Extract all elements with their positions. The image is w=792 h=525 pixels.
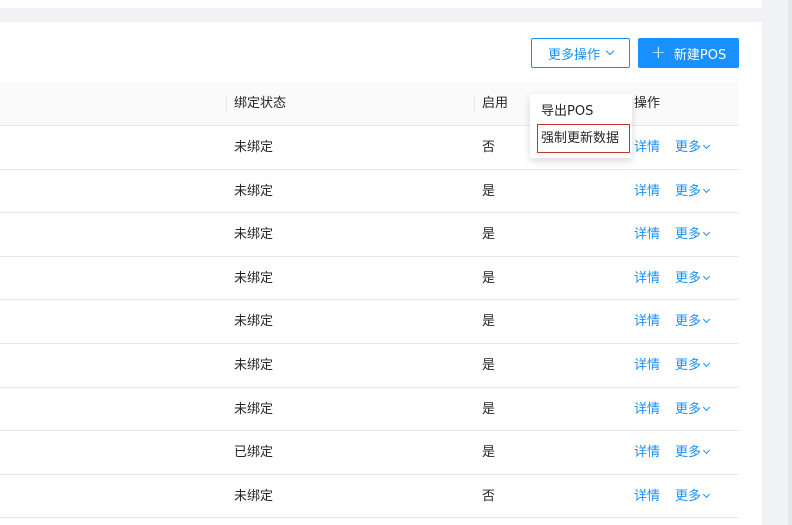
more-link[interactable]: 更多 xyxy=(675,126,711,169)
more-link[interactable]: 更多 xyxy=(675,257,711,300)
more-link[interactable]: 更多 xyxy=(675,475,711,518)
cell-enabled: 是 xyxy=(482,357,496,373)
more-actions-label: 更多操作 xyxy=(547,47,600,63)
chevron-down-icon xyxy=(702,229,711,237)
more-link[interactable]: 更多 xyxy=(675,300,711,343)
table-row: 未绑定 是 详情 更多 xyxy=(0,300,739,344)
more-link-label: 更多 xyxy=(675,183,702,199)
detail-link[interactable]: 详情 xyxy=(634,170,660,213)
plus-icon: + xyxy=(650,42,666,63)
cell-bind-status: 未绑定 xyxy=(234,140,274,155)
menu-item-force-update[interactable]: 强制更新数据 xyxy=(537,124,630,153)
cell-enabled: 是 xyxy=(482,401,496,417)
chevron-down-icon xyxy=(702,490,711,498)
table-row: 未绑定 是 详情 更多 xyxy=(0,257,739,301)
more-link-label: 更多 xyxy=(675,140,702,155)
cell-bind-status: 未绑定 xyxy=(234,183,274,199)
column-divider xyxy=(226,94,227,114)
more-link-label: 更多 xyxy=(675,488,702,504)
column-divider xyxy=(474,94,475,114)
cell-bind-status: 未绑定 xyxy=(234,488,274,504)
cell-enabled: 否 xyxy=(482,140,496,155)
cell-enabled: 是 xyxy=(482,445,496,461)
top-strip xyxy=(0,0,762,8)
chevron-down-icon xyxy=(702,359,711,368)
table-body: 未绑定 否 详情 更多 未绑定 是 详情 更多 未绑定 是 详情 更多 未绑定 … xyxy=(0,126,739,519)
cell-enabled: 是 xyxy=(482,227,496,243)
cell-enabled: 否 xyxy=(482,488,496,504)
more-link-label: 更多 xyxy=(675,357,702,373)
more-link-label: 更多 xyxy=(675,314,702,330)
cell-bind-status: 未绑定 xyxy=(234,227,274,243)
cell-bind-status: 未绑定 xyxy=(234,357,274,373)
header-enabled: 启用 xyxy=(482,96,509,111)
table-row: 已绑定 是 详情 更多 xyxy=(0,431,739,475)
detail-link[interactable]: 详情 xyxy=(634,300,660,343)
scrollbar-track[interactable] xyxy=(788,0,792,525)
more-actions-dropdown: 导出POS 强制更新数据 xyxy=(530,94,632,158)
more-link[interactable]: 更多 xyxy=(675,431,711,474)
cell-enabled: 是 xyxy=(482,270,496,286)
more-link-label: 更多 xyxy=(675,445,702,461)
detail-link[interactable]: 详情 xyxy=(634,126,660,169)
cell-bind-status: 已绑定 xyxy=(234,445,274,461)
header-actions: 操作 xyxy=(634,96,661,111)
chevron-down-icon xyxy=(702,403,711,411)
more-link[interactable]: 更多 xyxy=(675,344,711,387)
new-pos-button[interactable]: + 新建POS xyxy=(638,38,739,68)
chevron-down-icon xyxy=(702,316,711,324)
new-pos-label: 新建POS xyxy=(673,47,727,63)
menu-item-export-pos[interactable]: 导出POS xyxy=(530,100,632,124)
table-row: 未绑定 是 详情 更多 xyxy=(0,344,739,388)
more-link-label: 更多 xyxy=(675,227,702,243)
more-link-label: 更多 xyxy=(675,401,702,417)
detail-link[interactable]: 详情 xyxy=(634,344,660,387)
more-link[interactable]: 更多 xyxy=(675,170,711,213)
more-link[interactable]: 更多 xyxy=(675,213,711,256)
table-row: 未绑定 是 详情 更多 xyxy=(0,213,739,257)
detail-link[interactable]: 详情 xyxy=(634,213,660,256)
detail-link[interactable]: 详情 xyxy=(634,388,660,431)
more-link-label: 更多 xyxy=(675,270,702,286)
cell-bind-status: 未绑定 xyxy=(234,401,274,417)
chevron-down-icon xyxy=(702,141,711,150)
table-row: 未绑定 是 详情 更多 xyxy=(0,388,739,432)
table-row: 未绑定 否 详情 更多 xyxy=(0,475,739,519)
chevron-down-icon xyxy=(605,46,615,56)
cell-enabled: 是 xyxy=(482,183,496,199)
content-card: 更多操作 + 新建POS 绑定状态 启用 操作 未绑定 否 详情 更多 未绑定 … xyxy=(0,22,762,525)
chevron-down-icon xyxy=(702,272,711,280)
detail-link[interactable]: 详情 xyxy=(634,257,660,300)
more-link[interactable]: 更多 xyxy=(675,388,711,431)
table-row: 未绑定 是 详情 更多 xyxy=(0,170,739,214)
cell-bind-status: 未绑定 xyxy=(234,270,274,286)
cell-enabled: 是 xyxy=(482,314,496,330)
detail-link[interactable]: 详情 xyxy=(634,431,660,474)
more-actions-button[interactable]: 更多操作 xyxy=(531,38,630,68)
chevron-down-icon xyxy=(702,185,711,193)
chevron-down-icon xyxy=(702,447,711,455)
cell-bind-status: 未绑定 xyxy=(234,314,274,330)
header-bind-status: 绑定状态 xyxy=(234,96,287,111)
detail-link[interactable]: 详情 xyxy=(634,475,660,518)
